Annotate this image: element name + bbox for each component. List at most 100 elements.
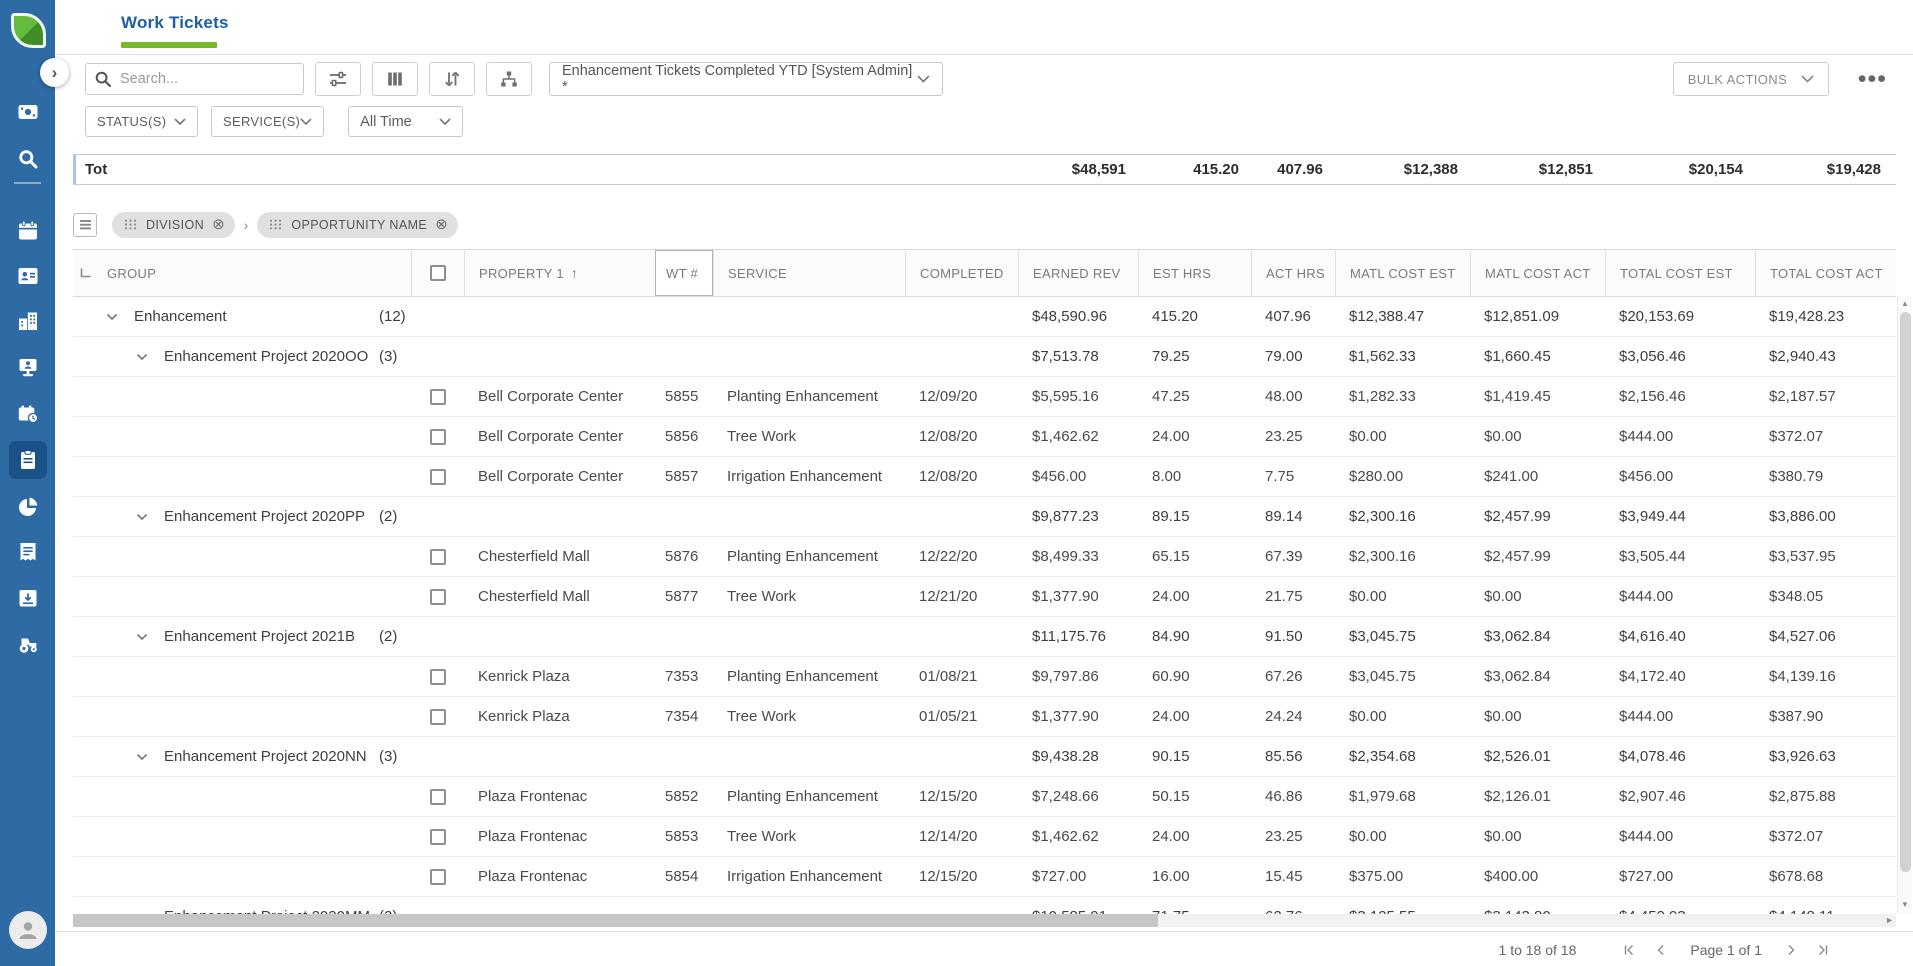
cell-earned_rev: $1,462.62	[1018, 417, 1138, 456]
purchasing-icon[interactable]	[16, 586, 40, 610]
remove-chip-icon[interactable]: ⊗	[435, 217, 448, 232]
equipment-icon[interactable]	[16, 632, 40, 656]
opportunities-icon[interactable]	[16, 355, 40, 379]
column-header-checkbox[interactable]	[411, 250, 464, 296]
group-expand-chevron-icon[interactable]	[136, 513, 148, 521]
cell-earned_rev: $1,462.62	[1018, 817, 1138, 856]
ticket-row[interactable]: Bell Corporate Center5855Planting Enhanc…	[73, 377, 1896, 417]
cell-total_cost_act: $2,875.88	[1755, 777, 1896, 816]
row-checkbox[interactable]	[430, 829, 446, 845]
group-row[interactable]: Enhancement Project 2020OO(3)$7,513.7879…	[73, 337, 1896, 377]
ticket-row[interactable]: Chesterfield Mall5876Planting Enhancemen…	[73, 537, 1896, 577]
scroll-right-arrow-icon[interactable]: ►	[1885, 914, 1894, 927]
column-header-completed[interactable]: COMPLETED	[905, 250, 1018, 296]
next-page-button[interactable]	[1784, 943, 1798, 957]
first-page-button[interactable]	[1622, 943, 1636, 957]
group-chip-division[interactable]: DIVISION ⊗	[112, 212, 235, 238]
properties-icon[interactable]	[16, 309, 40, 333]
search-input[interactable]	[85, 63, 304, 95]
column-header-total-cost-est[interactable]: TOTAL COST EST	[1605, 250, 1755, 296]
column-header-property[interactable]: PROPERTY 1 ↑	[464, 250, 655, 296]
ticket-row[interactable]: Plaza Frontenac5853Tree Work12/14/20$1,4…	[73, 817, 1896, 857]
cell-service: Irrigation Enhancement	[713, 457, 905, 496]
vertical-scrollbar[interactable]: ▲ ▼	[1897, 296, 1912, 913]
cell-est_hrs: 60.90	[1138, 657, 1251, 696]
column-header-service[interactable]: SERVICE	[713, 250, 905, 296]
saved-view-selector[interactable]: Enhancement Tickets Completed YTD [Syste…	[549, 62, 943, 96]
row-checkbox[interactable]	[430, 389, 446, 405]
group-row[interactable]: Enhancement(12)$48,590.96415.20407.96$12…	[73, 297, 1896, 337]
row-checkbox[interactable]	[430, 869, 446, 885]
column-header-matl-cost-est[interactable]: MATL COST EST	[1335, 250, 1470, 296]
cell-property	[464, 337, 655, 376]
ticket-row[interactable]: Plaza Frontenac5852Planting Enhancement1…	[73, 777, 1896, 817]
group-row[interactable]: Enhancement Project 2021B(2)$11,175.7684…	[73, 617, 1896, 657]
ticket-row[interactable]: Bell Corporate Center5856Tree Work12/08/…	[73, 417, 1896, 457]
ticket-row[interactable]: Plaza Frontenac5854Irrigation Enhancemen…	[73, 857, 1896, 897]
cell-est_hrs: 24.00	[1138, 817, 1251, 856]
payments-icon[interactable]	[16, 100, 40, 124]
bulk-actions-button[interactable]: BULK ACTIONS	[1673, 62, 1829, 96]
cell-matl_cost_act: $0.00	[1470, 817, 1605, 856]
group-expand-chevron-icon[interactable]	[136, 353, 148, 361]
group-row[interactable]: Enhancement Project 2020MM(2)$10,585.917…	[73, 897, 1896, 914]
cell-completed: 01/08/21	[905, 657, 1018, 696]
more-options-button[interactable]: •••	[1858, 74, 1887, 84]
group-expand-chevron-icon[interactable]	[106, 313, 118, 321]
row-checkbox[interactable]	[430, 589, 446, 605]
ticket-row[interactable]: Kenrick Plaza7353Planting Enhancement01/…	[73, 657, 1896, 697]
columns-button[interactable]	[372, 62, 418, 96]
row-checkbox[interactable]	[430, 549, 446, 565]
group-row[interactable]: Enhancement Project 2020PP(2)$9,877.2389…	[73, 497, 1896, 537]
ticket-row[interactable]: Bell Corporate Center5857Irrigation Enha…	[73, 457, 1896, 497]
app-logo[interactable]	[6, 8, 50, 52]
row-checkbox[interactable]	[430, 469, 446, 485]
horizontal-scrollbar-thumb[interactable]	[73, 914, 1158, 927]
ticket-row[interactable]: Chesterfield Mall5877Tree Work12/21/20$1…	[73, 577, 1896, 617]
cell-property	[464, 497, 655, 536]
column-header-total-cost-act[interactable]: TOTAL COST ACT	[1755, 250, 1896, 296]
group-expand-chevron-icon[interactable]	[136, 753, 148, 761]
service-filter[interactable]: SERVICE(S)	[211, 106, 324, 137]
column-header-est-hrs[interactable]: EST HRS	[1138, 250, 1251, 296]
cell-matl_cost_est: $3,045.75	[1335, 617, 1470, 656]
column-header-wt[interactable]: WT #	[655, 250, 713, 296]
contacts-icon[interactable]	[16, 264, 40, 288]
scroll-up-arrow-icon[interactable]: ▲	[1898, 298, 1912, 310]
column-header-earned-rev[interactable]: EARNED REV	[1018, 250, 1138, 296]
row-checkbox[interactable]	[430, 709, 446, 725]
group-hierarchy-button[interactable]	[486, 62, 532, 96]
status-filter[interactable]: STATUS(S)	[85, 106, 198, 137]
sidebar-expand-button[interactable]: ›	[40, 58, 69, 87]
cell-total_cost_act: $678.68	[1755, 857, 1896, 896]
scroll-down-arrow-icon[interactable]: ▼	[1898, 899, 1912, 911]
group-expand-chevron-icon[interactable]	[136, 633, 148, 641]
vertical-scrollbar-thumb[interactable]	[1900, 312, 1911, 872]
horizontal-scrollbar[interactable]: ►	[73, 914, 1896, 927]
user-avatar[interactable]	[9, 911, 47, 949]
search-icon[interactable]	[16, 147, 40, 171]
date-range-filter[interactable]: All Time	[348, 106, 463, 137]
sort-button[interactable]	[429, 62, 475, 96]
previous-page-button[interactable]	[1654, 943, 1668, 957]
calendar-icon[interactable]	[16, 219, 40, 243]
last-page-button[interactable]	[1816, 943, 1830, 957]
group-row[interactable]: Enhancement Project 2020NN(3)$9,438.2890…	[73, 737, 1896, 777]
row-checkbox[interactable]	[430, 789, 446, 805]
cell-completed	[905, 617, 1018, 656]
tab-work-tickets[interactable]: Work Tickets	[121, 13, 229, 33]
row-checkbox[interactable]	[430, 669, 446, 685]
group-chip-opportunity-name[interactable]: OPPORTUNITY NAME ⊗	[257, 212, 457, 238]
reports-icon[interactable]	[16, 495, 40, 519]
remove-chip-icon[interactable]: ⊗	[212, 217, 225, 232]
filter-settings-button[interactable]	[315, 62, 361, 96]
work-tickets-icon[interactable]	[16, 448, 40, 472]
scheduling-icon[interactable]	[16, 402, 40, 426]
column-header-group[interactable]: GROUP	[73, 250, 411, 296]
row-checkbox[interactable]	[430, 429, 446, 445]
column-header-act-hrs[interactable]: ACT HRS	[1251, 250, 1335, 296]
column-header-matl-cost-act[interactable]: MATL COST ACT	[1470, 250, 1605, 296]
invoicing-icon[interactable]	[16, 540, 40, 564]
select-all-checkbox[interactable]	[430, 265, 446, 281]
ticket-row[interactable]: Kenrick Plaza7354Tree Work01/05/21$1,377…	[73, 697, 1896, 737]
